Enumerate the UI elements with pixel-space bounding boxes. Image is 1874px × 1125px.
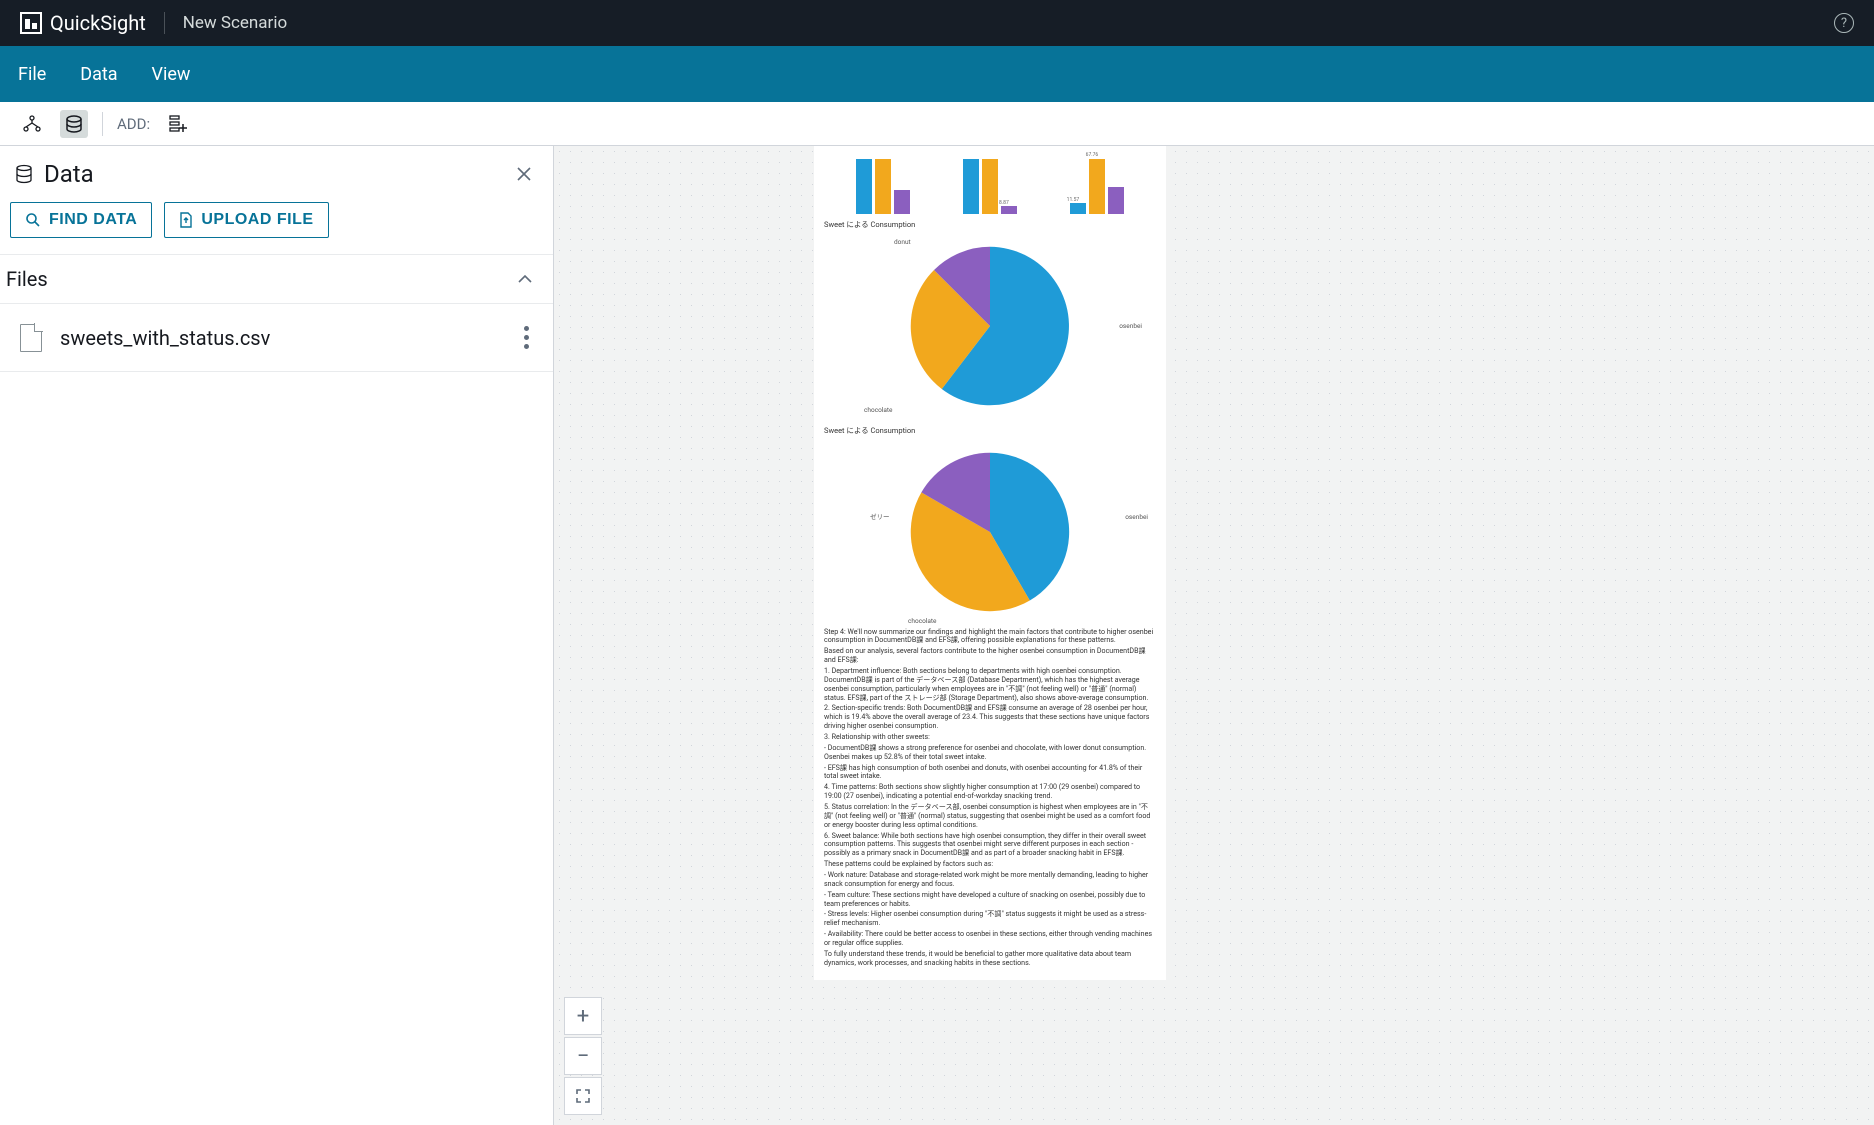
file-row[interactable]: sweets_with_status.csv: [0, 304, 553, 372]
app-header: QuickSight New Scenario ?: [0, 0, 1874, 46]
bar: [1089, 159, 1105, 214]
search-icon: [25, 212, 41, 228]
find-data-button[interactable]: FIND DATA: [10, 202, 152, 238]
header-divider: [164, 12, 165, 34]
zoom-in-button[interactable]: +: [564, 997, 602, 1035]
bar: [1001, 206, 1017, 214]
analysis-p: - Availability: There could be better ac…: [824, 930, 1156, 948]
scenario-name: New Scenario: [183, 13, 287, 33]
pie-2-title: Sweet による Consumption: [824, 426, 1158, 436]
help-icon[interactable]: ?: [1834, 13, 1854, 33]
menu-bar: File Data View: [0, 46, 1874, 102]
bar: [894, 190, 910, 214]
analysis-p: - DocumentDB課 shows a strong preference …: [824, 744, 1156, 762]
chevron-up-icon: [517, 274, 533, 284]
add-block-button[interactable]: [164, 110, 192, 138]
analysis-p: 1. Department influence: Both sections b…: [824, 667, 1156, 702]
analysis-p: 6. Sweet balance: While both sections ha…: [824, 832, 1156, 859]
bar: [875, 159, 891, 214]
upload-file-button[interactable]: UPLOAD FILE: [164, 202, 328, 238]
main-area: Data FIND DATA UPLOAD FILE Files sweets_…: [0, 146, 1874, 1125]
analysis-text: Step 4: We'll now summarize our findings…: [822, 626, 1158, 972]
quicksight-logo-icon: [20, 12, 42, 34]
analysis-p: 5. Status correlation: In the データベース部, o…: [824, 803, 1156, 830]
close-sidebar-button[interactable]: [515, 165, 533, 183]
pie-1-title: Sweet による Consumption: [824, 220, 1158, 230]
bar-wrap: 67.76: [1089, 159, 1105, 214]
menu-view[interactable]: View: [152, 64, 191, 85]
pie-chart-1: [902, 238, 1078, 414]
analysis-p: - Team culture: These sections might hav…: [824, 891, 1156, 909]
analysis-p: Step 4: We'll now summarize our findings…: [824, 628, 1156, 646]
data-sidebar: Data FIND DATA UPLOAD FILE Files sweets_…: [0, 146, 554, 1125]
bar-wrap: 11.57: [1070, 203, 1086, 214]
menu-file[interactable]: File: [18, 64, 46, 85]
menu-data[interactable]: Data: [80, 64, 117, 85]
scenario-canvas[interactable]: 8.87 11.57 67.76: [554, 146, 1874, 1125]
analysis-p: 3. Relationship with other sweets:: [824, 733, 1156, 742]
analysis-p: Based on our analysis, several factors c…: [824, 647, 1156, 665]
pie-2-label-chocolate: chocolate: [908, 617, 937, 625]
fullscreen-button[interactable]: [564, 1077, 602, 1115]
sidebar-title: Data: [44, 160, 515, 188]
file-icon: [20, 324, 42, 352]
data-view-button[interactable]: [60, 110, 88, 138]
pie-2-label-osenbei: osenbei: [1125, 513, 1148, 521]
bar: [1108, 187, 1124, 214]
analysis-p: - Stress levels: Higher osenbei consumpt…: [824, 910, 1156, 928]
zoom-controls: + −: [564, 997, 602, 1115]
file-upload-icon: [179, 212, 193, 228]
bar: [982, 159, 998, 214]
analysis-p: These patterns could be explained by fac…: [824, 860, 1156, 869]
analysis-p: To fully understand these trends, it wou…: [824, 950, 1156, 968]
pie-chart-1-section: Sweet による Consumption osenbei chocolate …: [822, 220, 1158, 420]
add-label: ADD:: [117, 115, 150, 133]
upload-file-label: UPLOAD FILE: [201, 211, 313, 229]
analysis-p: - Work nature: Database and storage-rela…: [824, 871, 1156, 889]
bar-value-label: 8.87: [999, 200, 1009, 207]
pie-2-label-jelly: ゼリー: [870, 513, 890, 521]
files-section-title: Files: [6, 267, 517, 291]
bar: [963, 159, 979, 214]
bar-charts-row: 8.87 11.57 67.76: [822, 152, 1158, 214]
database-icon: [14, 164, 34, 184]
files-section-header[interactable]: Files: [0, 254, 553, 304]
pie-1-label-chocolate: chocolate: [864, 406, 893, 414]
tree-view-button[interactable]: [18, 110, 46, 138]
pie-chart-2: [902, 444, 1078, 620]
pie-1-label-osenbei: osenbei: [1119, 322, 1142, 330]
bar-value-label: 11.57: [1067, 197, 1080, 204]
zoom-out-button[interactable]: −: [564, 1037, 602, 1075]
bar-value-label: 67.76: [1086, 152, 1099, 159]
pie-chart-2-section: Sweet による Consumption osenbei ゼリー chocol…: [822, 426, 1158, 626]
analysis-p: 4. Time patterns: Both sections show sli…: [824, 783, 1156, 801]
bar-group-3: 11.57 67.76: [1049, 159, 1144, 214]
analysis-p: 2. Section-specific trends: Both Documen…: [824, 704, 1156, 731]
bar: [1070, 203, 1086, 214]
toolbar: ADD:: [0, 102, 1874, 146]
find-data-label: FIND DATA: [49, 211, 137, 229]
file-more-button[interactable]: [520, 322, 533, 353]
toolbar-divider: [102, 112, 103, 136]
pie-2-wrap: osenbei ゼリー chocolate: [822, 438, 1158, 626]
sidebar-actions: FIND DATA UPLOAD FILE: [0, 198, 553, 254]
analysis-document[interactable]: 8.87 11.57 67.76: [814, 146, 1166, 980]
bar: [856, 159, 872, 214]
analysis-p: - EFS課 has high consumption of both osen…: [824, 764, 1156, 782]
brand-name: QuickSight: [50, 11, 146, 35]
pie-1-label-donut: donut: [894, 238, 911, 246]
sidebar-header: Data: [0, 146, 553, 198]
bar-group-2: 8.87: [943, 159, 1038, 214]
pie-1-wrap: osenbei chocolate donut: [822, 232, 1158, 420]
file-name: sweets_with_status.csv: [60, 326, 520, 350]
bar-group-1: [836, 159, 931, 214]
bar-wrap: 8.87: [1001, 206, 1017, 214]
